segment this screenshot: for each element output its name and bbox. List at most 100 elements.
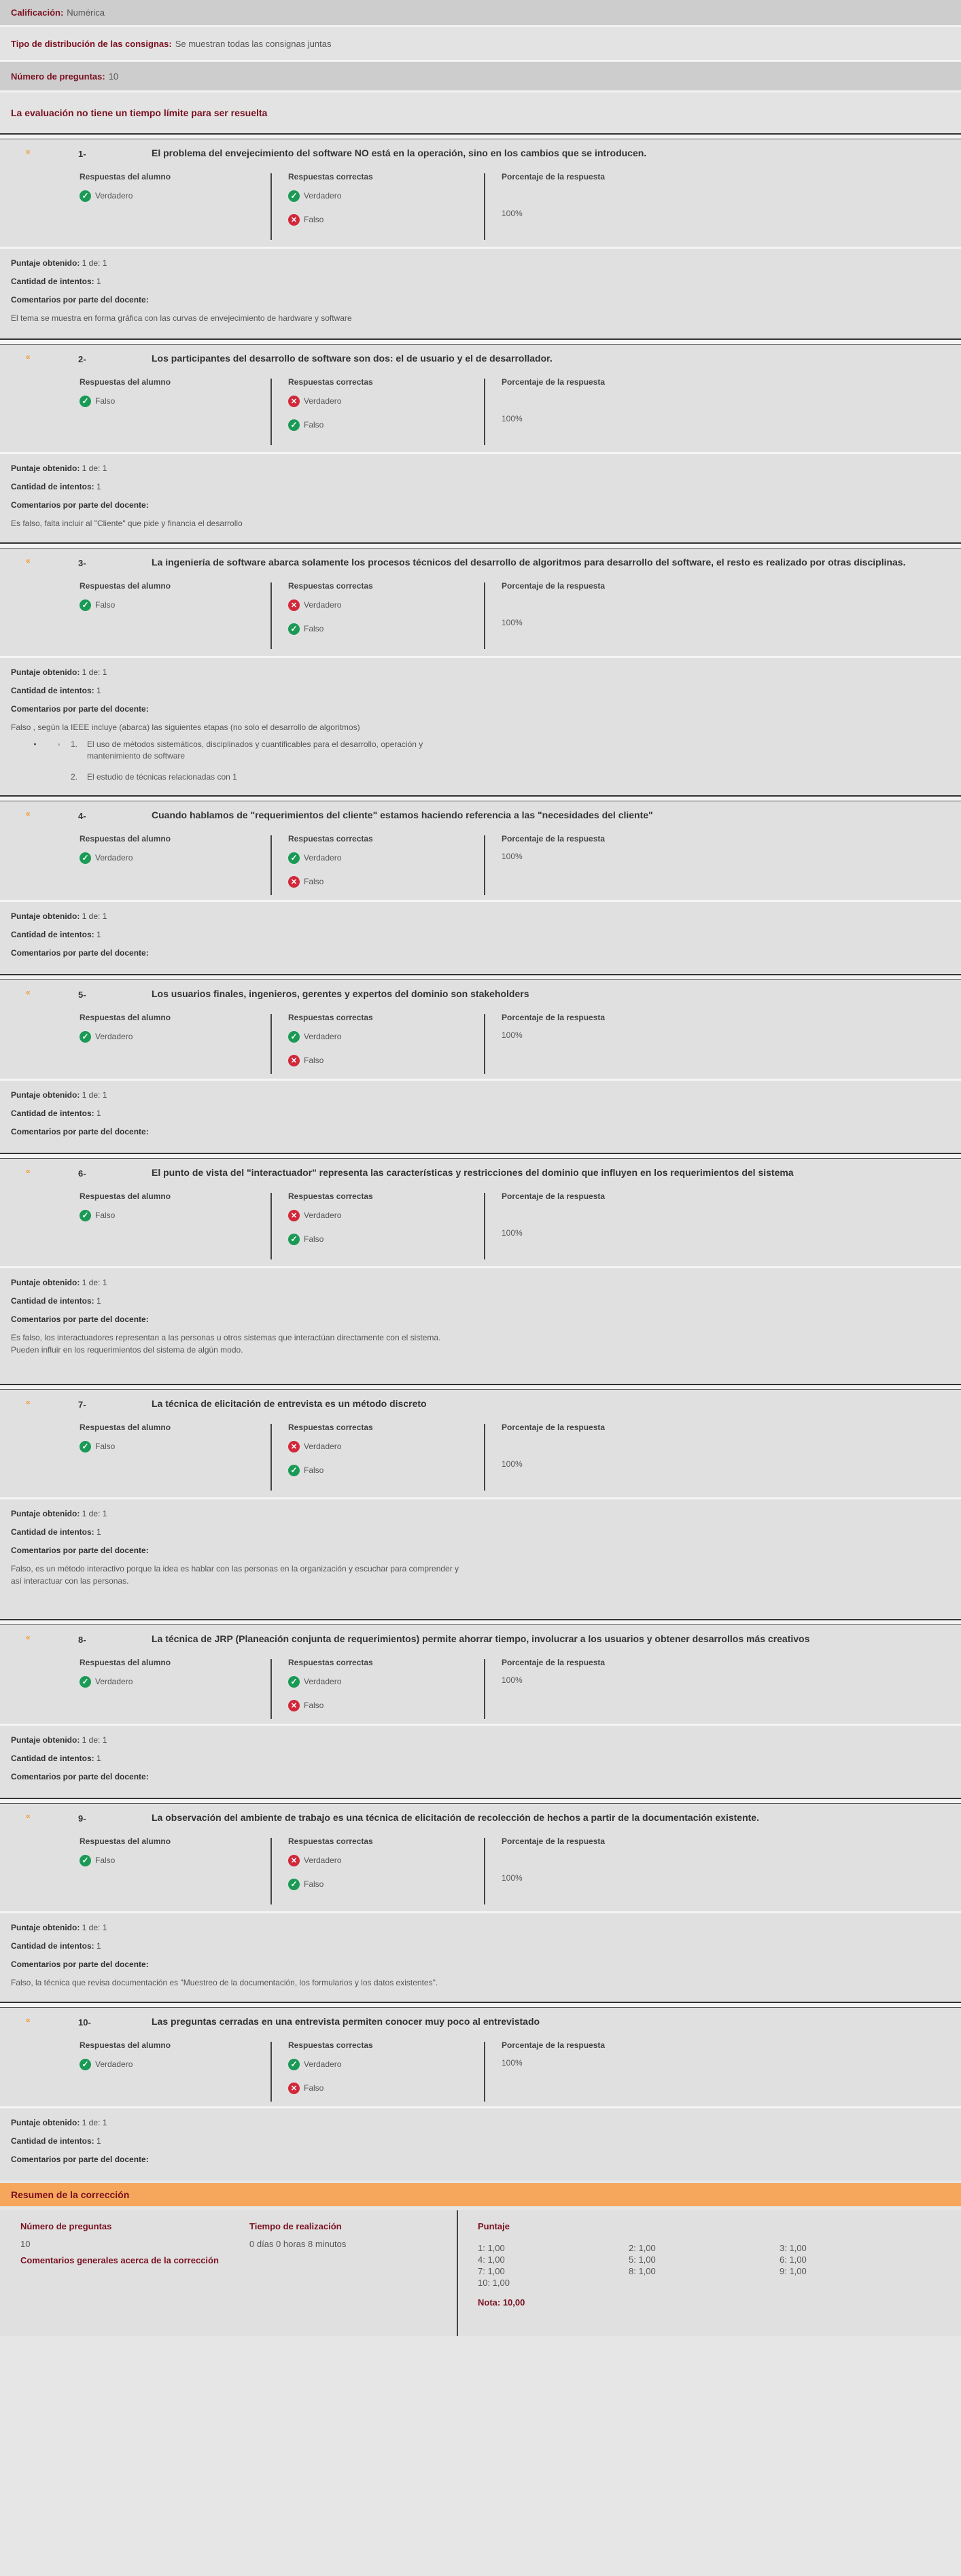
question-bookmark-icon[interactable]: « <box>26 1166 31 1176</box>
percentage-column: Porcentaje de la respuesta 100% <box>502 834 605 861</box>
comments-line: Comentarios por parte del docente: <box>11 2155 950 2173</box>
teacher-comment-text: Falso, la técnica que revisa documentaci… <box>11 1978 438 1987</box>
percentage-header: Porcentaje de la respuesta <box>502 2040 606 2050</box>
question-header: « 5- Los usuarios finales, ingenieros, ger… <box>0 980 961 1081</box>
check-circle-icon: ✓ <box>288 190 300 202</box>
score-value: 1 de: 1 <box>82 2118 107 2127</box>
summary-tiempo-label: Tiempo de realización <box>249 2221 342 2231</box>
check-circle-icon: ✓ <box>288 1878 300 1890</box>
question-bookmark-icon[interactable]: « <box>26 988 31 997</box>
answer-label: Falso <box>304 1879 324 1889</box>
summary-comentarios-label: Comentarios generales acerca de la corre… <box>20 2255 219 2265</box>
question-bookmark-icon[interactable]: « <box>26 556 31 565</box>
teacher-comment: Es falso, falta incluir al "Cliente" que… <box>11 517 950 529</box>
question-bookmark-icon[interactable]: « <box>26 352 31 362</box>
summary-tiempo-value: 0 días 0 horas 8 minutos <box>249 2239 347 2249</box>
score-item: 1: 1,00 <box>478 2243 505 2253</box>
answer-label: Verdadero <box>95 1677 133 1686</box>
check-circle-icon: ✓ <box>80 2058 91 2070</box>
comments-label: Comentarios por parte del docente: <box>11 295 149 304</box>
column-divider <box>270 1424 272 1491</box>
score-grid: 1: 1,00 2: 1,00 3: 1,00 4: 1,00 5: 1,00 6: 1,… <box>478 2243 930 2288</box>
percentage-column: Porcentaje de la respuesta 100% <box>502 1658 605 1685</box>
answer-option: ✓ Falso <box>288 1878 373 1890</box>
answer-option: ✕ Falso <box>288 213 373 226</box>
summary-nota: Nota: 10,00 <box>478 2297 525 2308</box>
question-feedback: Puntaje obtenido: 1 de: 1 Cantidad de int… <box>0 658 961 795</box>
percentage-column: Porcentaje de la respuesta 100% <box>502 1423 605 1469</box>
percentage-value: 100% <box>502 414 523 423</box>
comments-label: Comentarios por parte del docente: <box>11 2155 149 2164</box>
score-label: Puntaje obtenido: <box>11 1509 80 1518</box>
list-bullets <box>23 771 71 783</box>
student-answers-column: Respuestas del alumno ✓ Falso <box>80 1837 171 1878</box>
question-header: « 7- La técnica de elicitación de entrevis… <box>0 1390 961 1499</box>
summary-numero-value: 10 <box>20 2239 31 2249</box>
column-divider <box>484 582 485 649</box>
column-divider <box>484 1424 485 1491</box>
question-text: La observación del ambiente de trabajo e… <box>152 1812 759 1823</box>
score-value: 1 de: 1 <box>82 1735 107 1745</box>
check-circle-icon: ✓ <box>80 190 91 202</box>
score-line: Puntaje obtenido: 1 de: 1 <box>11 464 950 482</box>
attempts-line: Cantidad de intentos: 1 <box>11 1527 950 1546</box>
attempts-label: Cantidad de intentos: <box>11 1941 94 1951</box>
check-circle-icon: ✓ <box>288 623 300 635</box>
column-divider <box>484 835 485 895</box>
question-separator <box>0 974 961 980</box>
correct-answers-column: Respuestas correctas ✕ Verdadero ✓ Falso <box>288 581 373 646</box>
answer-option: ✓ Falso <box>80 395 171 407</box>
answer-label: Falso <box>95 1856 116 1865</box>
answer-label: Falso <box>304 624 324 633</box>
answer-option: ✓ Falso <box>80 1209 171 1221</box>
attempts-value: 1 <box>97 686 101 695</box>
question-bookmark-icon[interactable]: « <box>26 2015 31 2025</box>
teacher-comment-text: El tema se muestra en forma gráfica con … <box>11 313 352 323</box>
student-answers-column: Respuestas del alumno ✓ Verdadero <box>80 834 171 875</box>
percentage-column: Porcentaje de la respuesta 100% <box>502 581 605 627</box>
score-label: Puntaje obtenido: <box>11 1923 80 1932</box>
question-header: « 8- La técnica de JRP (Planeación conjunt… <box>0 1625 961 1726</box>
answer-option: ✕ Verdadero <box>288 1440 373 1452</box>
column-divider <box>270 835 272 895</box>
score-line: Puntaje obtenido: 1 de: 1 <box>11 911 950 930</box>
correct-answers-header: Respuestas correctas <box>288 581 373 591</box>
score-item: 8: 1,00 <box>629 2266 656 2276</box>
percentage-column: Porcentaje de la respuesta 100% <box>502 1837 605 1883</box>
answer-option: ✕ Verdadero <box>288 599 373 611</box>
comment-list-item: • ◦ 1. El uso de métodos sistemáticos, disc… <box>23 739 950 762</box>
student-answers-header: Respuestas del alumno <box>80 377 171 387</box>
question-bookmark-icon[interactable]: « <box>26 1397 31 1407</box>
answer-option: ✓ Falso <box>288 1464 373 1476</box>
score-line: Puntaje obtenido: 1 de: 1 <box>11 1278 950 1296</box>
correct-answers-header: Respuestas correctas <box>288 834 373 843</box>
percentage-header: Porcentaje de la respuesta <box>502 1013 606 1022</box>
column-divider <box>270 1838 272 1904</box>
check-circle-icon: ✓ <box>80 1440 91 1452</box>
answer-option: ✓ Verdadero <box>288 852 373 864</box>
teacher-comment: Falso, es un método interactivo porque l… <box>11 1563 950 1587</box>
percentage-header: Porcentaje de la respuesta <box>502 1837 606 1846</box>
question-bookmark-icon[interactable]: « <box>26 147 31 156</box>
score-line: Puntaje obtenido: 1 de: 1 <box>11 1090 950 1109</box>
answer-option: ✕ Falso <box>288 2082 373 2094</box>
question-bookmark-icon[interactable]: « <box>26 1633 31 1642</box>
answer-label: Verdadero <box>95 1032 133 1041</box>
question-bookmark-icon[interactable]: « <box>26 809 31 818</box>
attempts-label: Cantidad de intentos: <box>11 1527 94 1537</box>
score-line: Puntaje obtenido: 1 de: 1 <box>11 1923 950 1941</box>
header-numero: Número de preguntas: 10 <box>0 62 961 92</box>
student-answers-header: Respuestas del alumno <box>80 1191 171 1201</box>
question-bookmark-icon[interactable]: « <box>26 1811 31 1821</box>
correct-answers-column: Respuestas correctas ✓ Verdadero ✕ Falso <box>288 1658 373 1723</box>
attempts-line: Cantidad de intentos: 1 <box>11 686 950 704</box>
answer-option: ✓ Verdadero <box>288 190 373 202</box>
list-bullets: • ◦ <box>23 739 71 762</box>
student-answers-header: Respuestas del alumno <box>80 834 171 843</box>
comments-label: Comentarios por parte del docente: <box>11 1546 149 1555</box>
question-header: « 4- Cuando hablamos de "requerimientos de… <box>0 801 961 902</box>
cross-circle-icon: ✕ <box>288 599 300 611</box>
column-divider <box>484 1659 485 1719</box>
question-number: 3- <box>78 558 86 568</box>
question-header: « 6- El punto de vista del "interactuador"… <box>0 1159 961 1268</box>
